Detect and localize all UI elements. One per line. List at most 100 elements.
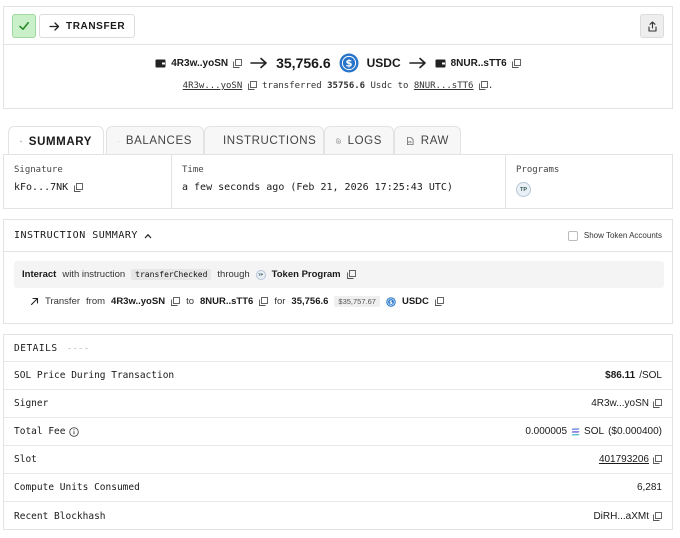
- copy-icon[interactable]: [653, 511, 662, 521]
- details-header: DETAILS: [4, 335, 672, 362]
- programs-label: Programs: [516, 165, 560, 175]
- show-token-accounts-label: Show Token Accounts: [583, 231, 662, 240]
- hero-sub-from-link[interactable]: 4R3w...yoSN: [183, 81, 243, 91]
- hero-sub-amount: 35756.6: [327, 81, 366, 91]
- document-icon: [336, 138, 341, 144]
- detail-label: SOL Price During Transaction: [14, 370, 175, 381]
- time-cell: Time a few seconds ago (Feb 21, 2026 17:…: [172, 155, 506, 208]
- instruction-name-pill: transferChecked: [131, 269, 212, 280]
- hero-sub-period: .: [487, 81, 494, 91]
- copy-icon[interactable]: [171, 297, 181, 306]
- program-name[interactable]: Token Program: [272, 269, 341, 280]
- token-program-badge[interactable]: TP: [516, 182, 531, 197]
- copy-icon[interactable]: [478, 81, 488, 90]
- sol-price-value: $86.11: [605, 370, 636, 381]
- list-check-icon: [20, 140, 22, 143]
- share-button[interactable]: [640, 14, 664, 38]
- share-icon: [647, 20, 657, 32]
- token-program-badge: TP: [255, 269, 266, 280]
- interact-word: Interact: [22, 269, 57, 280]
- tab-balances-label: BALANCES: [125, 135, 192, 147]
- time-label: Time: [182, 165, 204, 175]
- hero-sub-token: Usdc: [370, 81, 393, 91]
- signer-value[interactable]: 4R3w...yoSN: [591, 398, 649, 409]
- transaction-header: TRANSFER: [3, 6, 673, 45]
- instruction-summary-toggle[interactable]: INSTRUCTION SUMMARY: [14, 230, 152, 241]
- hero-sub-to-link[interactable]: 8NUR...sTT6: [414, 81, 474, 91]
- hero-to-account[interactable]: 8NUR..sTT6: [435, 58, 521, 69]
- wallet-icon: [435, 59, 446, 67]
- tab-logs[interactable]: LOGS: [324, 126, 394, 155]
- transfer-word: Transfer: [45, 296, 81, 307]
- transfer-token-symbol[interactable]: USDC: [402, 296, 429, 307]
- signature-text: kFo...7NK: [14, 182, 69, 193]
- transfer-hero: 4R3w..yoSN 35,756.6 $ USDC 8NUR..sTT6 4R…: [3, 45, 673, 109]
- success-status-button[interactable]: [12, 14, 36, 38]
- hero-description: 4R3w...yoSN transferred 35756.6 Usdc to …: [4, 81, 672, 91]
- arrow-up-right-icon: [30, 297, 39, 306]
- tab-balances[interactable]: BALANCES: [106, 126, 204, 155]
- time-value: a few seconds ago (Feb 21, 2026 17:25:43…: [182, 182, 453, 193]
- copy-icon[interactable]: [346, 270, 356, 279]
- usdc-logo-icon: $: [386, 296, 396, 307]
- usdc-logo-icon: $: [339, 53, 359, 73]
- transfer-usd-value: $35,757.67: [334, 296, 380, 307]
- svg-text:$: $: [389, 299, 393, 305]
- copy-icon[interactable]: [653, 455, 662, 464]
- list-icon: [118, 140, 119, 142]
- transfer-type-label: TRANSFER: [66, 20, 126, 32]
- hero-sub-verb: transferred: [262, 81, 322, 91]
- copy-icon[interactable]: [259, 297, 269, 306]
- transfer-to-account[interactable]: 8NUR..sTT6: [200, 296, 253, 307]
- from-word: from: [86, 296, 106, 307]
- signature-value[interactable]: kFo...7NK: [14, 182, 171, 193]
- copy-icon[interactable]: [434, 297, 444, 306]
- wallet-icon: [155, 59, 166, 67]
- tab-instructions-label: INSTRUCTIONS: [223, 135, 317, 147]
- detail-row-sol-price: SOL Price During Transaction $86.11 /SOL: [4, 362, 672, 390]
- arrow-right-icon: [49, 21, 60, 31]
- hero-from-account[interactable]: 4R3w..yoSN: [155, 58, 243, 69]
- detail-label: Compute Units Consumed: [14, 482, 140, 493]
- detail-label: Slot: [14, 454, 37, 465]
- show-token-accounts-toggle[interactable]: Show Token Accounts: [567, 230, 662, 241]
- tab-logs-label: LOGS: [347, 135, 382, 147]
- for-word: for: [274, 296, 286, 307]
- arrow-right-icon: [408, 57, 426, 69]
- copy-icon[interactable]: [74, 182, 84, 192]
- hero-token-symbol: USDC: [366, 56, 401, 70]
- details-title: DETAILS: [14, 342, 58, 354]
- slot-link[interactable]: 401793206: [599, 454, 649, 465]
- total-fee-usd: ($0.000400): [608, 426, 662, 437]
- signature-cell: Signature kFo...7NK: [4, 155, 172, 208]
- checkmark-icon: [19, 22, 29, 30]
- copy-icon[interactable]: [247, 81, 257, 90]
- hero-sub-to-word: to: [397, 81, 409, 91]
- tab-instructions[interactable]: INSTRUCTIONS: [204, 126, 324, 155]
- transfer-from-account[interactable]: 4R3w..yoSN: [111, 296, 165, 307]
- blockhash-value[interactable]: DiRH...aXMt: [593, 511, 649, 522]
- copy-icon[interactable]: [511, 58, 521, 68]
- to-word: to: [186, 296, 194, 307]
- signature-label: Signature: [14, 165, 63, 175]
- with-instruction-text: with instruction: [62, 269, 126, 280]
- instruction-summary-title: INSTRUCTION SUMMARY: [14, 230, 138, 241]
- through-word: through: [217, 269, 250, 280]
- show-token-accounts-checkbox[interactable]: [567, 230, 578, 241]
- total-fee-token: SOL: [584, 426, 605, 437]
- copy-icon[interactable]: [653, 399, 662, 408]
- svg-text:$: $: [345, 59, 352, 70]
- tab-raw-label: RAW: [420, 135, 449, 147]
- programs-cell: Programs TP: [506, 155, 672, 208]
- hero-to-account-text: 8NUR..sTT6: [450, 57, 507, 69]
- summary-panel: Signature kFo...7NK Time a few seconds a…: [3, 154, 673, 209]
- solana-logo-icon: [571, 428, 580, 435]
- details-panel: DETAILS SOL Price During Transaction $86…: [3, 334, 673, 530]
- tab-summary-label: SUMMARY: [28, 135, 92, 148]
- copy-icon[interactable]: [233, 58, 243, 68]
- info-icon[interactable]: [69, 426, 80, 437]
- tab-summary[interactable]: SUMMARY: [8, 126, 104, 156]
- transfer-detail-row: Transfer from 4R3w..yoSN to 8NUR..sTT6 f…: [30, 296, 444, 307]
- tab-raw[interactable]: RAW: [394, 126, 461, 155]
- transfer-type-button[interactable]: TRANSFER: [39, 14, 136, 38]
